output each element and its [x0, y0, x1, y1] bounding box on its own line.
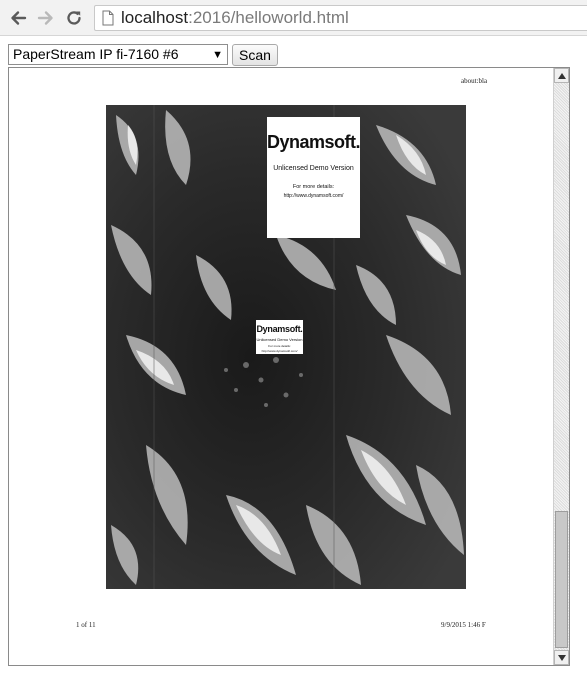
watermark-small: Dynamsoft. Unlicensed Demo Version For m… [256, 320, 303, 354]
reload-icon[interactable] [63, 7, 85, 29]
watermark-small-logo: Dynamsoft. [256, 324, 303, 334]
watermark-small-title: Unlicensed Demo Version [256, 337, 303, 342]
watermark-small-url: http://www.dynamsoft.com/ [261, 349, 298, 353]
back-arrow-icon[interactable] [7, 7, 29, 29]
page-icon [102, 10, 114, 31]
address-bar[interactable]: localhost:2016/helloworld.html [94, 5, 587, 31]
document-page: about:bla Dynamsoft. Unlicensed Demo Ver… [9, 68, 553, 665]
scroll-up-icon[interactable] [554, 68, 569, 83]
page-number: 1 of 11 [76, 621, 96, 629]
watermark-small-details: For more details: [268, 344, 291, 348]
dropdown-arrow-icon: ▼ [212, 49, 223, 61]
watermark-title: Unlicensed Demo Version [273, 165, 354, 172]
scanner-source-value: PaperStream IP fi-7160 #6 [13, 46, 179, 62]
browser-toolbar: localhost:2016/helloworld.html [0, 0, 587, 36]
watermark-url: http://www.dynamsoft.com/ [283, 193, 344, 199]
url-host: localhost [121, 8, 189, 27]
watermark-logo: Dynamsoft. [267, 132, 361, 152]
scanner-source-select[interactable]: PaperStream IP fi-7160 #6 ▼ [8, 44, 228, 65]
page-header-text: about:bla [461, 77, 488, 85]
document-viewer[interactable]: about:bla Dynamsoft. Unlicensed Demo Ver… [8, 67, 570, 666]
url-path: :2016/helloworld.html [188, 8, 349, 27]
scrollbar-thumb[interactable] [555, 511, 568, 648]
watermark-large: Dynamsoft. Unlicensed Demo Version For m… [267, 117, 361, 238]
page-date: 9/9/2015 1:46 F [441, 621, 486, 629]
scan-button[interactable]: Scan [232, 44, 278, 66]
vertical-scrollbar[interactable] [553, 68, 569, 665]
url-text: localhost:2016/helloworld.html [121, 8, 349, 28]
scanned-image: Dynamsoft. Unlicensed Demo Version For m… [106, 105, 466, 589]
forward-arrow-icon[interactable] [35, 7, 57, 29]
scroll-down-icon[interactable] [554, 650, 569, 665]
watermark-details: For more details: [292, 184, 335, 190]
